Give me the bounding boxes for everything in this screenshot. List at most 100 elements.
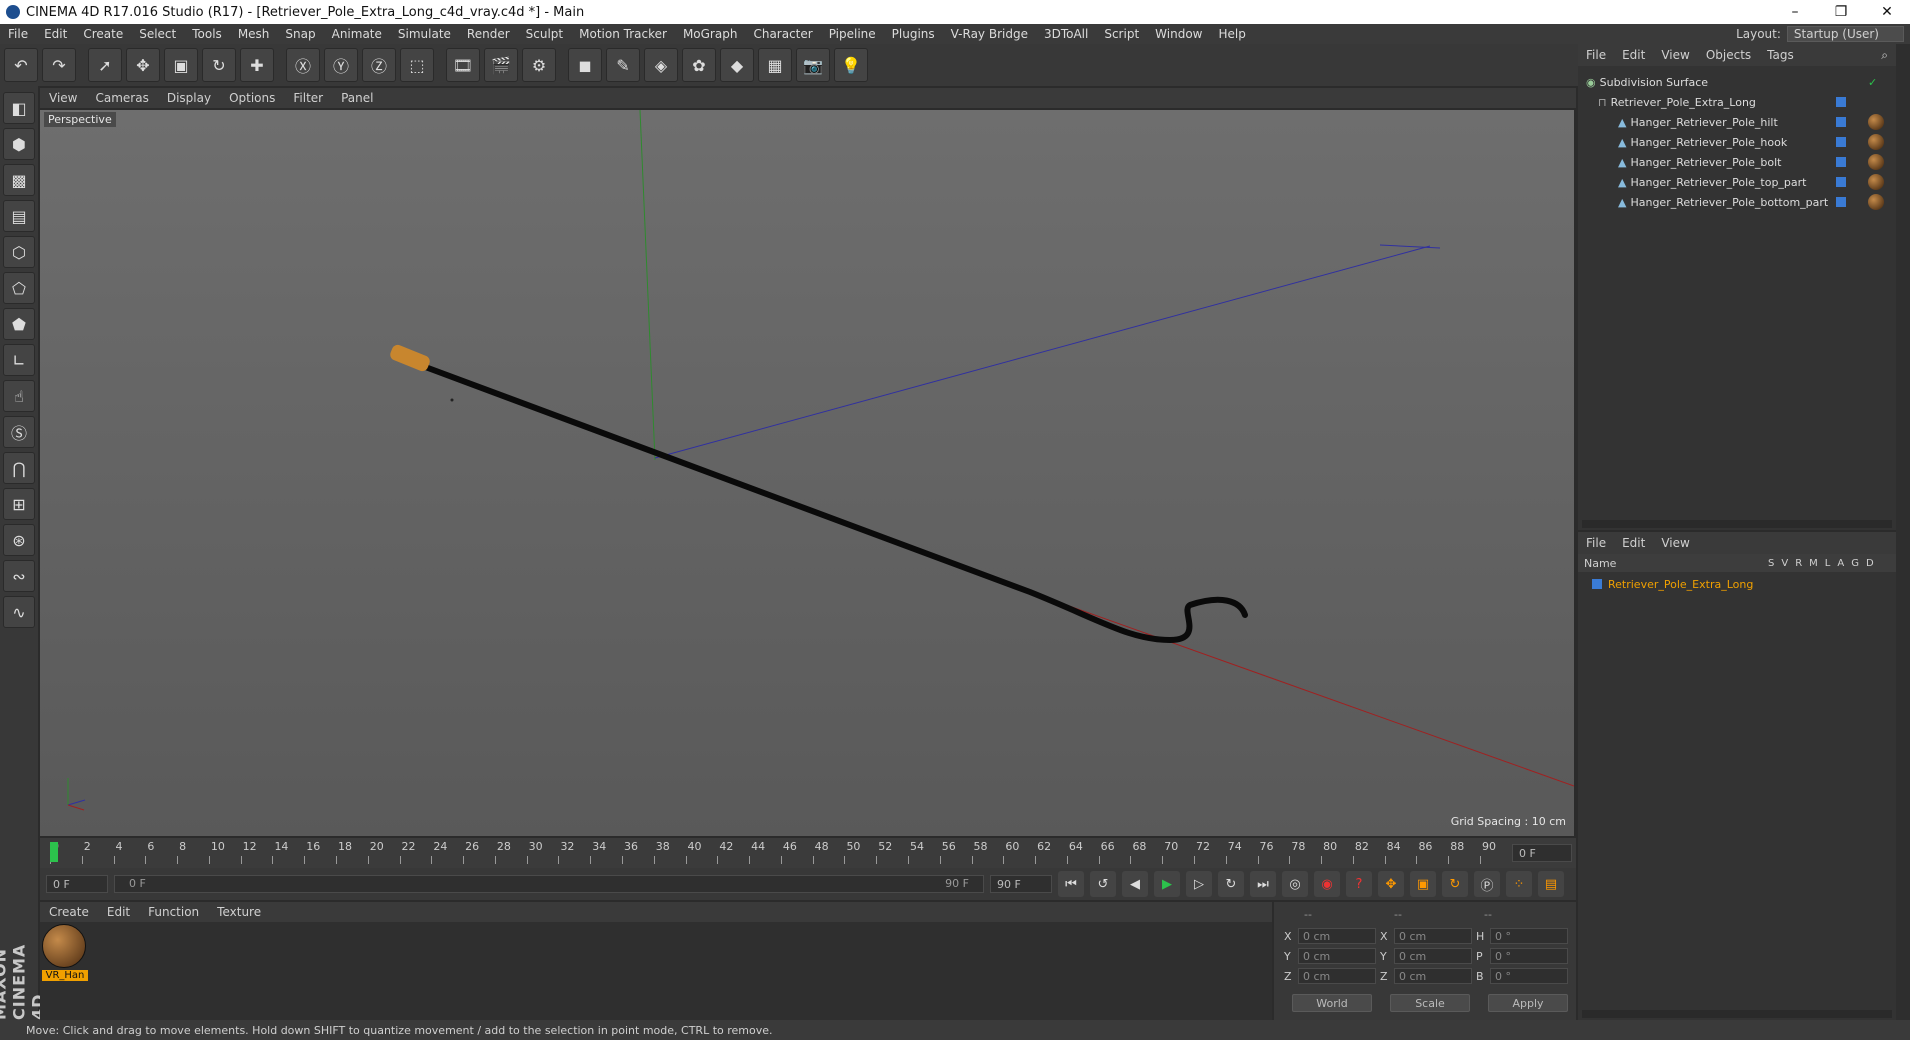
object-menu-edit[interactable]: Edit <box>1614 48 1653 62</box>
restore-button[interactable]: ❐ <box>1818 4 1864 20</box>
viewport-menu-cameras[interactable]: Cameras <box>86 91 157 105</box>
timeline-playhead[interactable] <box>50 842 58 862</box>
tree-item-hilt[interactable]: ▲ Hanger_Retriever_Pole_hilt <box>1578 112 1896 132</box>
layer-color-icon[interactable] <box>1836 197 1846 207</box>
apply-button[interactable]: Apply <box>1488 994 1568 1012</box>
menu-snap[interactable]: Snap <box>277 27 323 41</box>
points-mode-icon[interactable]: ⬡ <box>3 236 35 268</box>
object-menu-view[interactable]: View <box>1653 48 1697 62</box>
workplane-icon[interactable]: ▤ <box>3 200 35 232</box>
material-menu-edit[interactable]: Edit <box>98 905 139 919</box>
layer-horizontal-scrollbar[interactable] <box>1582 1010 1892 1018</box>
menu-render[interactable]: Render <box>459 27 518 41</box>
mograph-cloner-icon[interactable]: ✿ <box>682 48 716 82</box>
make-editable-icon[interactable]: ◧ <box>3 92 35 124</box>
menu-mesh[interactable]: Mesh <box>230 27 278 41</box>
render-view-icon[interactable]: 🎞 <box>446 48 480 82</box>
magnet-icon[interactable]: ⋂ <box>3 452 35 484</box>
layer-color-icon[interactable] <box>1836 97 1846 107</box>
tree-item-top-part[interactable]: ▲ Hanger_Retriever_Pole_top_part <box>1578 172 1896 192</box>
menu-help[interactable]: Help <box>1210 27 1253 41</box>
material-tag-icon[interactable] <box>1868 134 1884 150</box>
undo-icon[interactable]: ↶ <box>4 48 38 82</box>
menu-create[interactable]: Create <box>75 27 131 41</box>
size-y-field[interactable]: 0 cm <box>1394 948 1472 964</box>
viewport-menu-options[interactable]: Options <box>220 91 284 105</box>
rot-b-field[interactable]: 0 ° <box>1490 968 1568 984</box>
redo-icon[interactable]: ↷ <box>42 48 76 82</box>
polygons-mode-icon[interactable]: ⬟ <box>3 308 35 340</box>
menu-script[interactable]: Script <box>1096 27 1147 41</box>
layout-dropdown[interactable]: Startup (User) <box>1786 26 1904 42</box>
menu-pipeline[interactable]: Pipeline <box>821 27 884 41</box>
current-frame-field[interactable]: 0 F <box>1512 844 1572 862</box>
layer-color-icon[interactable] <box>1836 157 1846 167</box>
deformer-icon[interactable]: ◆ <box>720 48 754 82</box>
minimize-button[interactable]: – <box>1772 4 1818 20</box>
render-picture-viewer-icon[interactable]: 🎬 <box>484 48 518 82</box>
texture-mode-icon[interactable]: ▩ <box>3 164 35 196</box>
right-side-tabs[interactable] <box>1896 44 1910 1020</box>
autokey-icon[interactable]: ◉ <box>1314 871 1340 897</box>
layer-color-icon[interactable] <box>1836 117 1846 127</box>
material-tag-icon[interactable] <box>1868 194 1884 210</box>
viewport-menu-filter[interactable]: Filter <box>284 91 332 105</box>
viewport-menu-panel[interactable]: Panel <box>332 91 382 105</box>
frame-range-slider[interactable]: 0 F 90 F <box>114 875 984 893</box>
menu-tools[interactable]: Tools <box>184 27 230 41</box>
spline-pen-icon[interactable]: ✎ <box>606 48 640 82</box>
menu-animate[interactable]: Animate <box>324 27 390 41</box>
snap-icon[interactable]: Ⓢ <box>3 416 35 448</box>
coordinate-system-icon[interactable]: ⬚ <box>400 48 434 82</box>
menu-character[interactable]: Character <box>745 27 820 41</box>
col-solo[interactable]: S <box>1768 558 1774 569</box>
rot-h-field[interactable]: 0 ° <box>1490 928 1568 944</box>
tree-item-retriever-pole[interactable]: ⊓ Retriever_Pole_Extra_Long <box>1578 92 1896 112</box>
material-tag-icon[interactable] <box>1868 174 1884 190</box>
menu-select[interactable]: Select <box>131 27 184 41</box>
previous-frame-icon[interactable]: ◀ <box>1122 871 1148 897</box>
go-to-start-icon[interactable]: ⏮ <box>1058 871 1084 897</box>
pos-y-field[interactable]: 0 cm <box>1298 948 1376 964</box>
layer-color-icon[interactable] <box>1836 137 1846 147</box>
material-tag-icon[interactable] <box>1868 114 1884 130</box>
select-cursor-icon[interactable]: ➚ <box>88 48 122 82</box>
material-menu-texture[interactable]: Texture <box>208 905 270 919</box>
camera-icon[interactable]: 📷 <box>796 48 830 82</box>
go-to-end-icon[interactable]: ⏭ <box>1250 871 1276 897</box>
col-deformers[interactable]: D <box>1866 558 1874 569</box>
timeline-window-icon[interactable]: ▤ <box>1538 871 1564 897</box>
object-horizontal-scrollbar[interactable] <box>1582 520 1892 528</box>
previous-key-icon[interactable]: ↺ <box>1090 871 1116 897</box>
viewport-menu-view[interactable]: View <box>40 91 86 105</box>
layer-menu-view[interactable]: View <box>1653 536 1697 550</box>
perspective-viewport[interactable]: Perspective Grid Spacing : 10 cm <box>40 110 1574 836</box>
menu-file[interactable]: File <box>0 27 36 41</box>
scale-icon[interactable]: ▣ <box>164 48 198 82</box>
planar-workplane-icon[interactable]: ⊛ <box>3 524 35 556</box>
object-menu-file[interactable]: File <box>1578 48 1614 62</box>
start-frame-field[interactable]: 0 F <box>46 875 108 893</box>
tree-item-subdivision-surface[interactable]: ◉ Subdivision Surface ✓ <box>1578 72 1896 92</box>
z-axis-lock-icon[interactable]: Ⓩ <box>362 48 396 82</box>
size-z-field[interactable]: 0 cm <box>1394 968 1472 984</box>
menu-mograph[interactable]: MoGraph <box>675 27 746 41</box>
tree-item-bolt[interactable]: ▲ Hanger_Retriever_Pole_bolt <box>1578 152 1896 172</box>
rotate-icon[interactable]: ↻ <box>202 48 236 82</box>
next-frame-icon[interactable]: ▷ <box>1186 871 1212 897</box>
menu-motion-tracker[interactable]: Motion Tracker <box>571 27 675 41</box>
menu-plugins[interactable]: Plugins <box>884 27 943 41</box>
parameter-key-icon[interactable]: Ⓟ <box>1474 871 1500 897</box>
object-menu-objects[interactable]: Objects <box>1698 48 1759 62</box>
scale-mode-dropdown[interactable]: Scale <box>1390 994 1470 1012</box>
light-icon[interactable]: 💡 <box>834 48 868 82</box>
rotation-key-icon[interactable]: ↻ <box>1442 871 1468 897</box>
col-view[interactable]: V <box>1781 558 1788 569</box>
col-animation[interactable]: A <box>1837 558 1844 569</box>
edges-mode-icon[interactable]: ⬠ <box>3 272 35 304</box>
floor-icon[interactable]: ▦ <box>758 48 792 82</box>
model-mode-icon[interactable]: ⬢ <box>3 128 35 160</box>
python-script-icon[interactable]: ∿ <box>3 596 35 628</box>
recent-tool-icon[interactable]: ✚ <box>240 48 274 82</box>
keyframe-selection-icon[interactable]: ? <box>1346 871 1372 897</box>
